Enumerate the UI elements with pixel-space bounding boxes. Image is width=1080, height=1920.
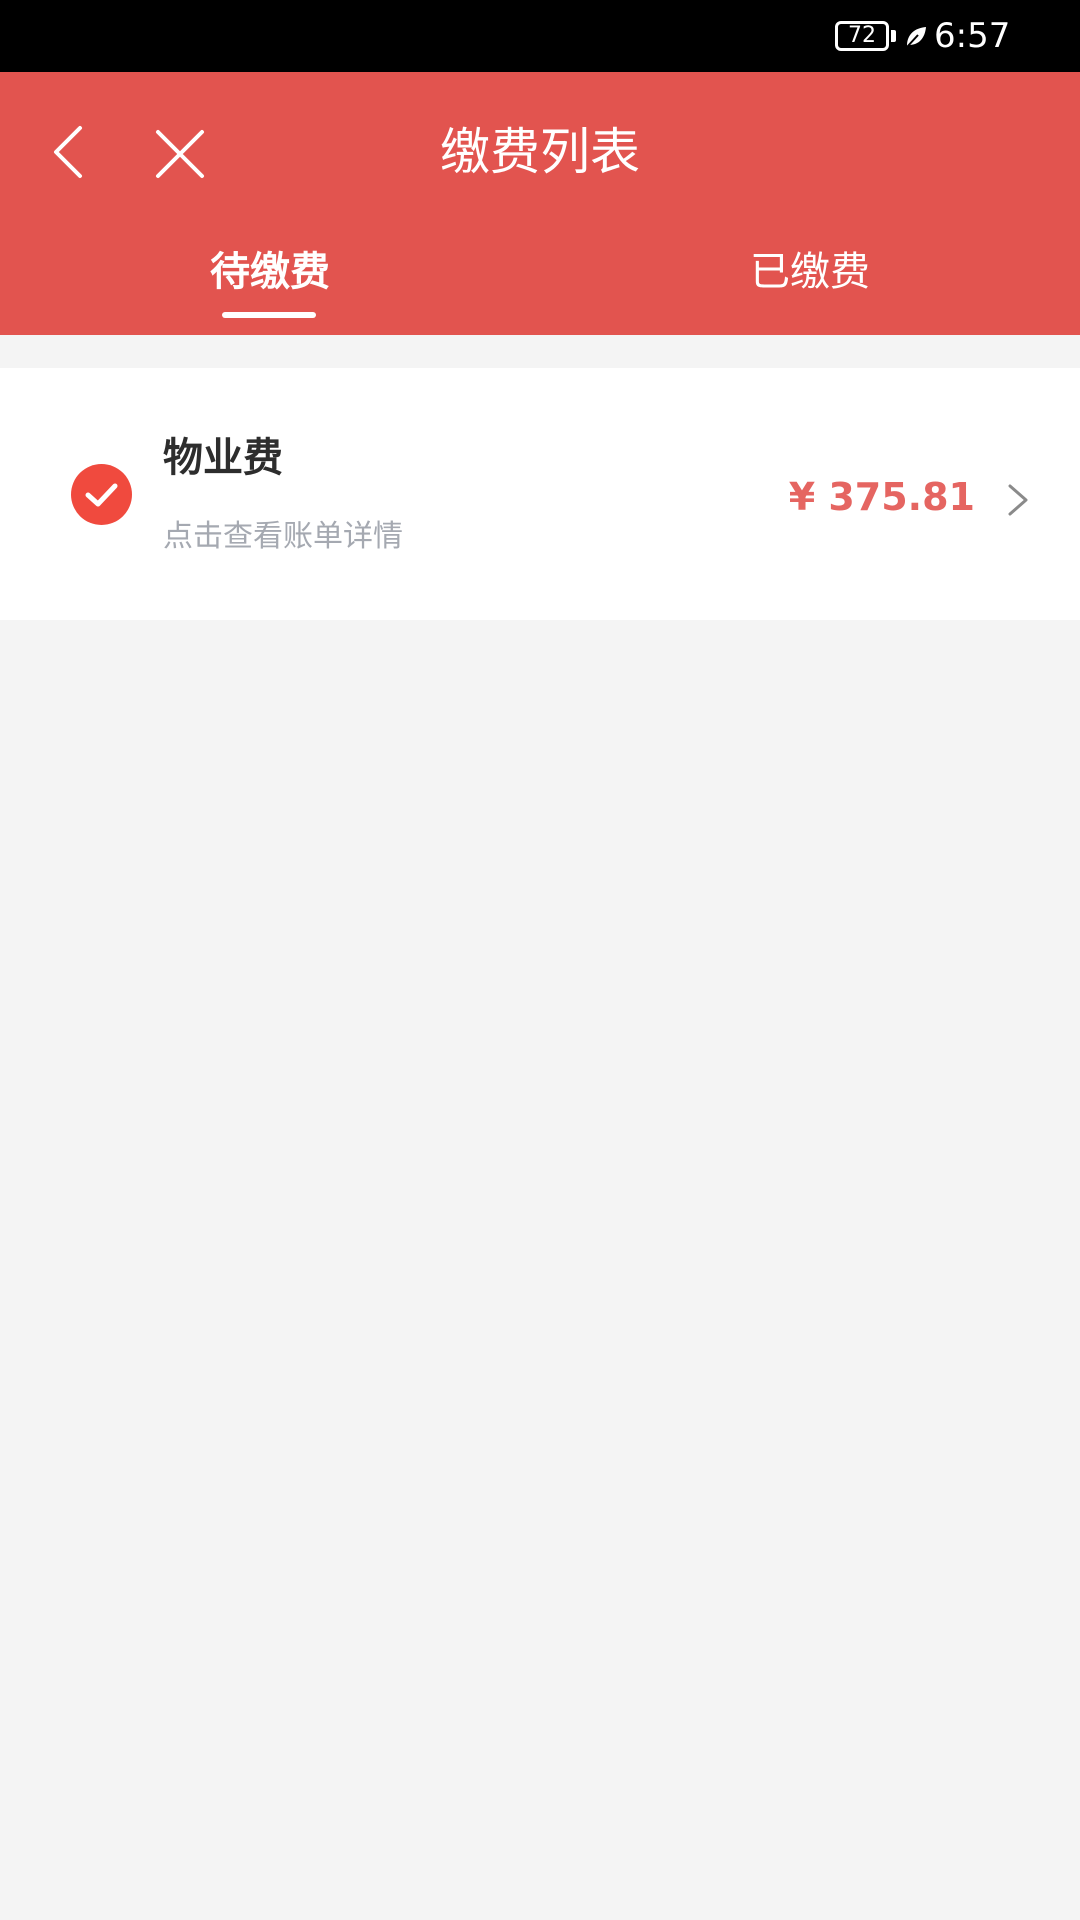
bill-list-item[interactable]: 物业费 点击查看账单详情 ¥ 375.81 [0,368,1080,620]
battery-tip [891,30,896,42]
bill-name: 物业费 [163,435,283,481]
chevron-right-icon [1008,484,1028,516]
header: 缴费列表 待缴费 已缴费 [0,72,1080,335]
check-circle-icon[interactable] [71,464,132,525]
page-title: 缴费列表 [440,123,640,181]
leaf-icon [906,27,926,48]
active-tab-indicator [222,312,316,318]
tab-paid[interactable]: 已缴费 [660,244,960,300]
status-bar: 72 6:57 [0,0,1080,72]
bill-hint: 点击查看账单详情 [163,519,403,554]
tab-pending[interactable]: 待缴费 [120,244,420,300]
check-icon [85,483,118,507]
bill-amount: ¥ 375.81 [788,475,975,519]
battery-level: 72 [848,23,876,48]
status-time: 6:57 [934,16,1011,56]
battery-icon: 72 [835,21,889,51]
